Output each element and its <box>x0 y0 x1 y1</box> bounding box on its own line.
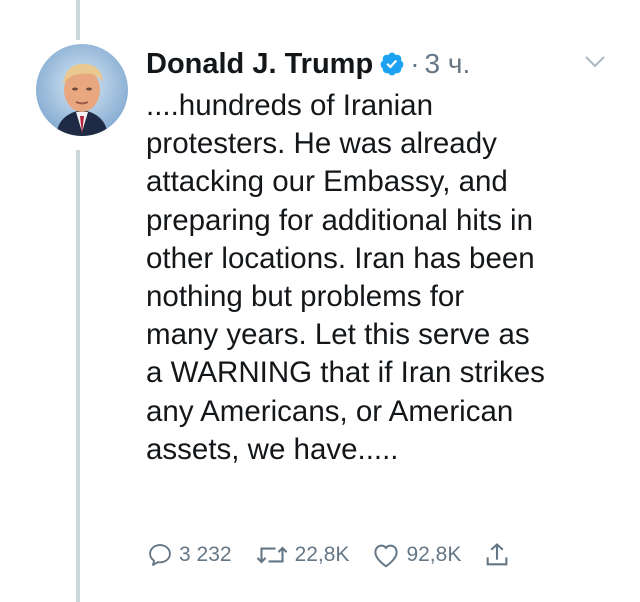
like-button[interactable]: 92,8K <box>371 541 461 569</box>
tweet-actions: 3 232 22,8K 92,8K <box>146 538 538 572</box>
thread-line-bottom <box>76 150 80 602</box>
separator-dot: · <box>410 48 420 79</box>
tweet-header: Donald J. Trump · 3 ч. <box>146 44 620 84</box>
verified-badge-icon <box>380 52 404 76</box>
reply-count: 3 232 <box>179 543 232 566</box>
reply-icon <box>149 544 171 566</box>
like-count: 92,8K <box>406 543 462 566</box>
like-icon <box>374 544 399 568</box>
retweet-count: 22,8K <box>294 543 350 566</box>
retweet-icon <box>256 546 287 564</box>
reply-button[interactable]: 3 232 <box>146 541 232 569</box>
avatar[interactable] <box>36 44 128 136</box>
chevron-down-icon[interactable] <box>584 54 606 70</box>
thread-line-top <box>76 0 80 40</box>
share-button[interactable] <box>483 541 516 569</box>
author-name[interactable]: Donald J. Trump <box>146 48 373 81</box>
share-icon <box>486 543 508 566</box>
tweet-time[interactable]: 3 ч. <box>425 48 471 80</box>
avatar-image <box>36 44 128 136</box>
tweet-text: ....hundreds of Iranian protesters. He w… <box>146 89 545 466</box>
retweet-button[interactable]: 22,8K <box>254 541 350 569</box>
